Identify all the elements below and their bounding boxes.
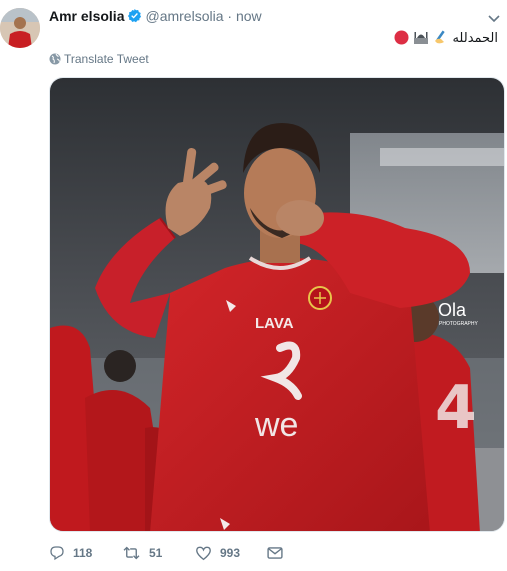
red-circle-emoji-icon xyxy=(394,30,409,48)
sponsor-text: we xyxy=(254,406,298,444)
reply-count: 118 xyxy=(73,546,93,560)
like-count: 993 xyxy=(220,546,241,560)
tweet-text-arabic: الحمدلله xyxy=(452,31,498,47)
like-button[interactable]: 993 xyxy=(195,540,240,566)
tweet-header: Amr elsolia @amrelsolia · now xyxy=(49,8,507,28)
kit-brand-text: LAVA xyxy=(255,315,294,332)
tweet-text: الحمدلله xyxy=(394,29,498,47)
verified-badge-icon xyxy=(127,8,142,26)
display-name[interactable]: Amr elsolia xyxy=(49,8,124,24)
timestamp[interactable]: now xyxy=(236,8,262,24)
translate-label: Translate Tweet xyxy=(64,52,149,66)
retweet-icon xyxy=(123,546,140,560)
mosque-emoji-icon xyxy=(413,29,429,48)
direct-message-button[interactable] xyxy=(267,540,291,566)
handle[interactable]: @amrelsolia xyxy=(145,8,223,24)
heart-icon xyxy=(196,546,211,561)
reply-button[interactable]: 118 xyxy=(49,540,92,566)
avatar[interactable] xyxy=(0,8,40,48)
tweet: Amr elsolia @amrelsolia · now الحمدلله Tr… xyxy=(0,0,507,571)
retweet-button[interactable]: 51 xyxy=(122,540,162,566)
photo-credit: Ola xyxy=(438,300,467,320)
retweet-count: 51 xyxy=(149,546,163,560)
globe-icon xyxy=(49,53,61,65)
back-number: 4 xyxy=(435,373,477,443)
chevron-down-icon[interactable] xyxy=(488,10,500,28)
tweet-photo[interactable]: 4 LAVA we Ola PHOTOGRAPHY xyxy=(49,77,505,532)
separator-dot: · xyxy=(227,8,233,24)
translate-tweet-link[interactable]: Translate Tweet xyxy=(49,52,149,66)
writing-hand-emoji-icon xyxy=(433,29,449,48)
reply-icon xyxy=(50,546,64,561)
envelope-icon xyxy=(267,547,283,559)
photo-credit-sub: PHOTOGRAPHY xyxy=(439,321,478,327)
